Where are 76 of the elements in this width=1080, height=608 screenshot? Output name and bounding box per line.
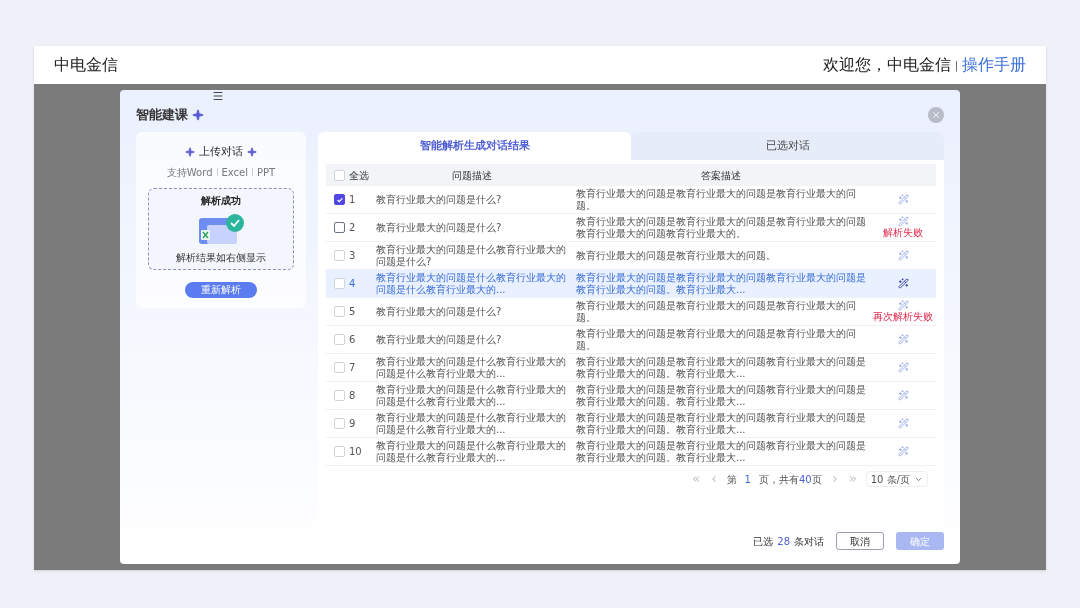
answer-cell-text: 教育行业最大的问题是教育行业最大的问题是教育行业最大的问题教育行业最大的问题教育行业最大的。 — [575, 215, 867, 240]
question-cell-text: 教育行业最大的问题是什么教育行业最大的问题是什么教育行业最大的... — [375, 271, 567, 296]
answer-cell-text: 教育行业最大的问题是教育行业最大的问题是教育行业最大的问题。 — [575, 299, 857, 324]
row-number: 6 — [349, 333, 356, 346]
row-number: 9 — [349, 417, 356, 430]
magic-wand-icon[interactable] — [897, 278, 909, 289]
page-size-select[interactable]: 10 条/页 — [865, 471, 928, 487]
page-prefix: 第 — [726, 472, 737, 487]
last-page-icon[interactable] — [847, 474, 858, 484]
row-number: 7 — [349, 361, 356, 374]
answer-cell-text: 教育行业最大的问题是教育行业最大的问题是教育行业最大的问题。 — [575, 327, 857, 352]
dialog-title: 智能建课 — [136, 106, 188, 125]
parse-hint: 解析结果如右侧显示 — [176, 250, 266, 265]
page-middle: 页，共有 — [759, 472, 799, 487]
row-number: 1 — [349, 193, 356, 206]
checkbox[interactable] — [334, 194, 345, 205]
answer-cell-text: 教育行业最大的问题是教育行业最大的问题教育行业最大的问题是教育行业最大的问题。教育行业最大... — [575, 271, 867, 296]
question-cell-text: 教育行业最大的问题是什么? — [375, 305, 503, 318]
selected-prefix: 已选 — [753, 534, 774, 549]
current-page: 1 — [744, 472, 751, 487]
row-number: 2 — [349, 221, 356, 234]
sparkle-icon — [192, 109, 204, 121]
close-button[interactable] — [928, 107, 944, 123]
format-label: PPT — [257, 165, 276, 180]
answer-cell-text: 教育行业最大的问题是教育行业最大的问题教育行业最大的问题是教育行业最大的问题。教育行业最大... — [575, 411, 867, 436]
answer-cell-text: 教育行业最大的问题是教育行业最大的问题教育行业最大的问题是教育行业最大的问题。教育行业最大... — [575, 383, 867, 408]
answer-cell-text: 教育行业最大的问题是教育行业最大的问题教育行业最大的问题是教育行业最大的问题。教育行业最大... — [575, 355, 867, 380]
question-cell-text: 教育行业最大的问题是什么教育行业最大的问题是什么教育行业最大的... — [375, 411, 567, 436]
column-header: 答案描述 — [700, 168, 742, 183]
close-icon — [931, 110, 941, 120]
row-number: 10 — [349, 445, 362, 458]
sparkle-icon — [247, 147, 257, 158]
format-label: Excel — [221, 165, 248, 180]
selected-count: 28 — [777, 534, 790, 549]
table-row[interactable]: 1 教育行业最大的问题是什么? 教育行业最大的问题是教育行业最大的问题是教育行业最大的问题。 — [326, 186, 936, 214]
tab[interactable]: 已选对话 — [631, 132, 944, 160]
checkbox[interactable] — [334, 222, 345, 233]
manual-link[interactable]: 操作手册 — [962, 53, 1026, 77]
row-number: 4 — [349, 277, 356, 290]
row-number: 5 — [349, 305, 356, 318]
question-cell-text: 教育行业最大的问题是什么? — [375, 221, 503, 234]
parse-error: 再次解析失败 — [873, 311, 933, 323]
table-row[interactable]: 2 教育行业最大的问题是什么? 教育行业最大的问题是教育行业最大的问题是教育行业最大的问题教育行业最大的问题教育行业最大的。 解析失败 — [326, 214, 936, 242]
page-total: 40 — [799, 472, 812, 487]
question-cell-text: 教育行业最大的问题是什么教育行业最大的问题是什么教育行业最大的... — [375, 439, 567, 464]
parse-error: 解析失败 — [883, 227, 923, 239]
row-number: 8 — [349, 389, 356, 402]
tab[interactable]: 智能解析生成对话结果 — [318, 132, 631, 160]
format-label: 支持Word — [166, 165, 213, 180]
column-header: 问题描述 — [451, 168, 493, 183]
question-cell-text: 教育行业最大的问题是什么? — [375, 333, 503, 346]
question-cell-text: 教育行业最大的问题是什么教育行业最大的问题是什么教育行业最大的... — [375, 383, 567, 408]
sparkle-icon — [185, 147, 195, 158]
file-check-drawing — [197, 211, 245, 246]
row-number: 3 — [349, 249, 356, 262]
greeting: 欢迎您，中电金信 — [822, 54, 951, 76]
question-cell-text: 教育行业最大的问题是什么? — [375, 193, 503, 206]
brand-name: 中电金信 — [54, 54, 118, 76]
menu-icon[interactable] — [212, 90, 224, 102]
first-page-icon[interactable] — [690, 474, 701, 484]
check-icon — [335, 195, 344, 204]
select-all-label: 全选 — [349, 168, 369, 183]
page-suffix: 页 — [811, 472, 822, 487]
selected-suffix: 条对话 — [794, 534, 824, 549]
separator: | — [954, 58, 958, 73]
parse-status: 解析成功 — [201, 193, 241, 208]
question-cell-text: 教育行业最大的问题是什么教育行业最大的问题是什么教育行业最大的... — [375, 355, 567, 380]
upload-dropzone[interactable]: 解析成功 解析结果如右侧显示 — [148, 187, 294, 270]
question-cell-text: 教育行业最大的问题是什么教育行业最大的问题是什么? — [375, 243, 567, 268]
answer-cell-text: 教育行业最大的问题是教育行业最大的问题教育行业最大的问题是教育行业最大的问题。教育行业最大... — [575, 439, 867, 464]
table-row[interactable]: 4 教育行业最大的问题是什么教育行业最大的问题是什么教育行业最大的... 教育行业最大的问题是教育行业最大的问题教育行业最大的问题是教育行业最大的问题。教育行业最大... — [326, 270, 936, 298]
reparse-button[interactable]: 重新解析 — [185, 281, 257, 298]
answer-cell-text: 教育行业最大的问题是教育行业最大的问题是教育行业最大的问题。 — [575, 187, 857, 212]
cancel-button[interactable]: 取消 — [836, 532, 884, 550]
upload-title: 上传对话 — [199, 144, 243, 160]
answer-cell-text: 教育行业最大的问题是教育行业最大的问题。 — [575, 249, 777, 262]
